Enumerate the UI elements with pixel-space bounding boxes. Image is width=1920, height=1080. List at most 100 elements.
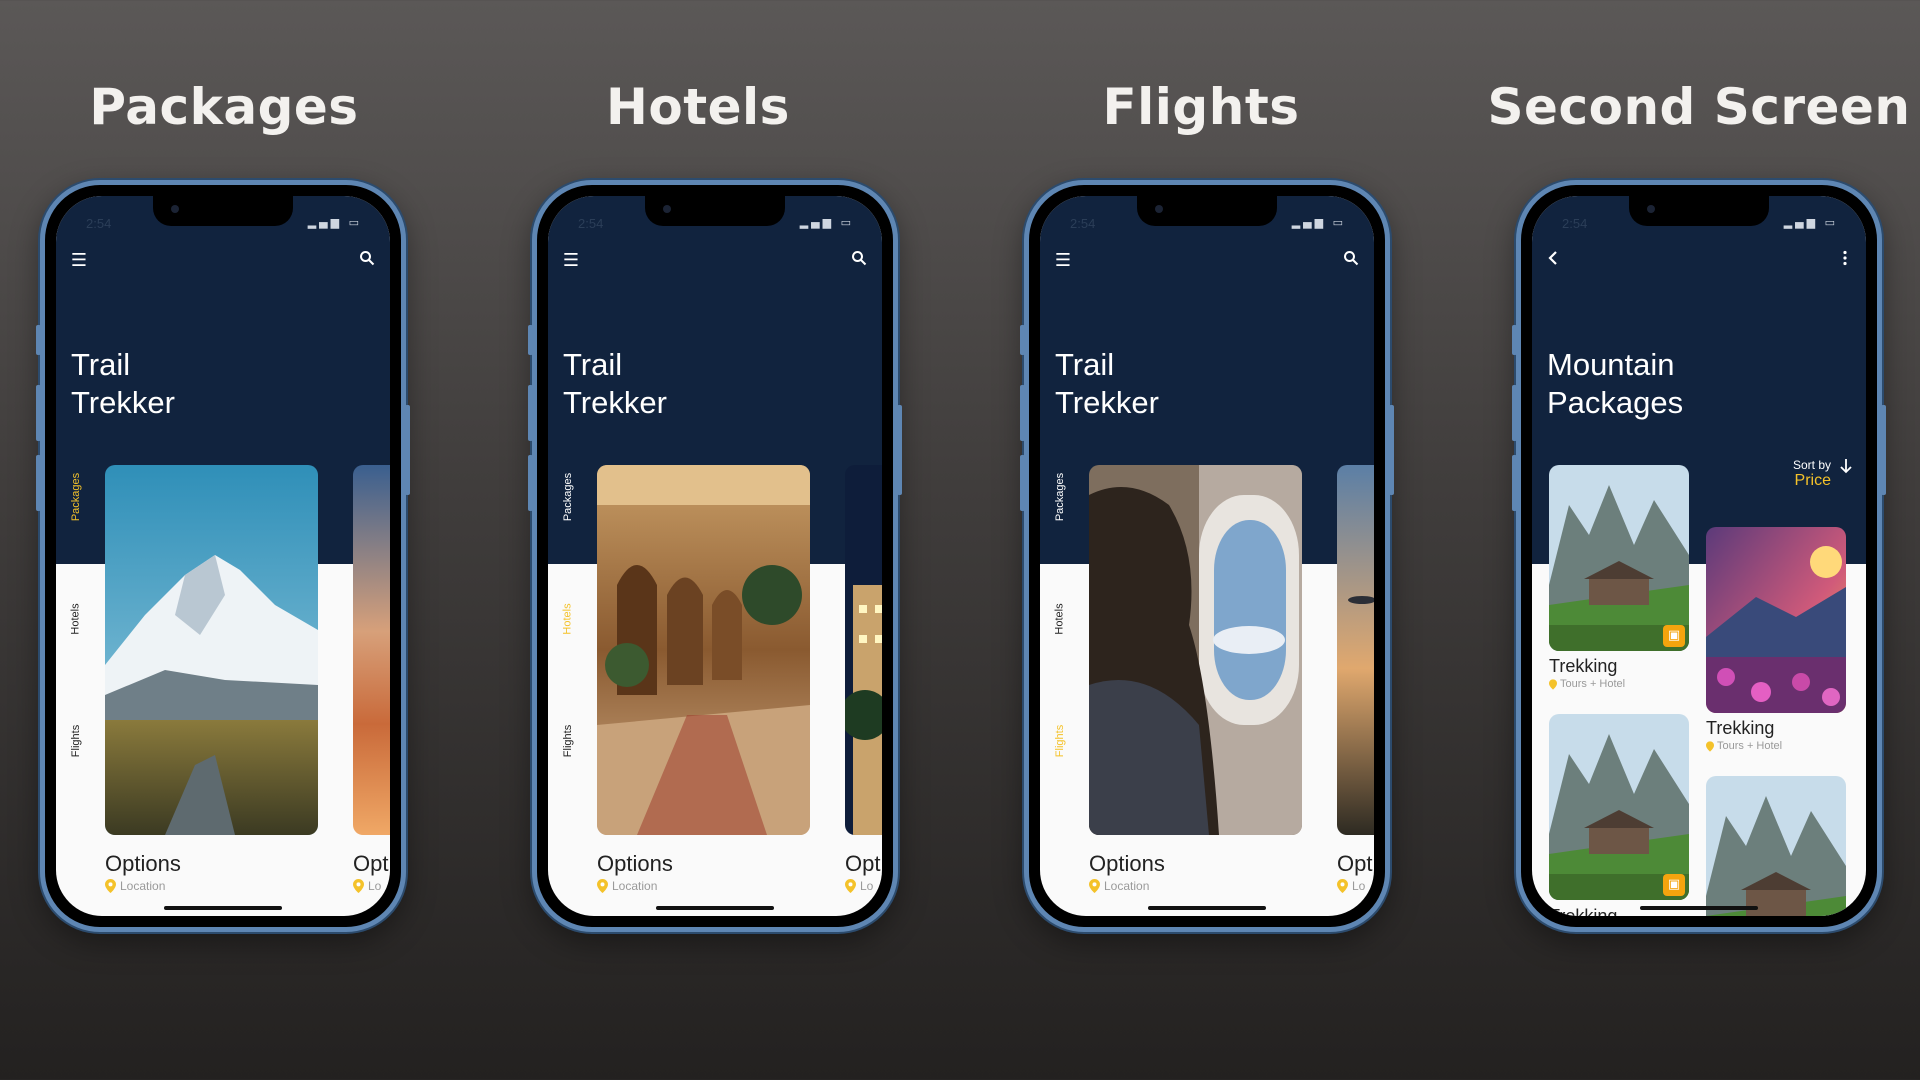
status-time: 2:54 bbox=[86, 216, 112, 231]
tab-flights[interactable]: Flights bbox=[62, 696, 90, 786]
package-card[interactable]: ▣ bbox=[1549, 465, 1689, 651]
calendar-icon[interactable]: ▣ bbox=[1663, 625, 1685, 647]
card-location: Location bbox=[1089, 879, 1149, 893]
status-time: 2:54 bbox=[578, 216, 604, 231]
hotel-lobby-image bbox=[597, 465, 810, 835]
app-title: Trail Trekker bbox=[71, 347, 175, 420]
phone-second-screen: 2:54 ▂▄▆ ▭ Mountain Packages Sort by Pri… bbox=[1512, 180, 1886, 932]
status-icons: ▂▄▆ ▭ bbox=[1291, 216, 1346, 229]
card-location: Location bbox=[105, 879, 165, 893]
screen: 2:54 ▂▄▆ ▭ Mountain Packages Sort by Pri… bbox=[1532, 196, 1866, 916]
location-pin-icon bbox=[1337, 879, 1348, 893]
package-card[interactable] bbox=[1706, 527, 1846, 713]
package-card-mountain[interactable] bbox=[105, 465, 318, 835]
trekking-image bbox=[1549, 714, 1689, 900]
status-time: 2:54 bbox=[1070, 216, 1096, 231]
mountain-image bbox=[105, 465, 318, 835]
home-indicator[interactable] bbox=[164, 906, 282, 910]
tab-hotels[interactable]: Hotels bbox=[554, 574, 582, 664]
search-icon[interactable] bbox=[846, 248, 872, 274]
home-indicator[interactable] bbox=[656, 906, 774, 910]
page-title: Mountain Packages bbox=[1547, 347, 1684, 420]
screen: 2:54 ▂▄▆ ▭ ☰ Trail Trekker Packages Hote… bbox=[548, 196, 882, 916]
hotel-night-image bbox=[845, 465, 882, 835]
phone-flights: 2:54 ▂▄▆ ▭ ☰ Trail Trekker Packages Hote… bbox=[1020, 180, 1394, 932]
card-title: Options bbox=[597, 851, 673, 876]
home-indicator[interactable] bbox=[1148, 906, 1266, 910]
flight-card-window[interactable] bbox=[1089, 465, 1302, 835]
app-title: Trail Trekker bbox=[563, 347, 667, 420]
screen: 2:54 ▂▄▆ ▭ ☰ Trail Trekker Packages Hote… bbox=[1040, 196, 1374, 916]
package-title: Trekking bbox=[1706, 718, 1775, 738]
side-card-location: Lo bbox=[353, 879, 381, 893]
location-pin-icon bbox=[105, 879, 116, 893]
hotel-card-night[interactable] bbox=[845, 465, 882, 835]
status-time: 2:54 bbox=[1562, 216, 1588, 231]
card-title: Options bbox=[105, 851, 181, 876]
tab-packages[interactable]: Packages bbox=[62, 452, 90, 542]
notch bbox=[1629, 196, 1769, 226]
package-subtitle: Tours + Hotel bbox=[1549, 678, 1625, 690]
location-pin-icon bbox=[845, 879, 856, 893]
status-icons: ▂▄▆ ▭ bbox=[799, 216, 854, 229]
search-icon[interactable] bbox=[1338, 248, 1364, 274]
notch bbox=[645, 196, 785, 226]
package-card[interactable] bbox=[1706, 776, 1846, 916]
heading-hotels: Hotels bbox=[606, 78, 790, 136]
menu-icon[interactable]: ☰ bbox=[1050, 248, 1076, 274]
side-card-title: Opt bbox=[845, 851, 881, 876]
package-card[interactable]: ▣ bbox=[1549, 714, 1689, 900]
hotel-card-lobby[interactable] bbox=[597, 465, 810, 835]
status-icons: ▂▄▆ ▭ bbox=[307, 216, 362, 229]
tab-hotels[interactable]: Hotels bbox=[1046, 574, 1074, 664]
side-card-title: Opt bbox=[353, 851, 389, 876]
sort-by-label: Sort by bbox=[1792, 458, 1831, 472]
sunset-meadow-image bbox=[1706, 527, 1846, 713]
airplane-window-image bbox=[1089, 465, 1302, 835]
menu-icon[interactable]: ☰ bbox=[66, 248, 92, 274]
search-icon[interactable] bbox=[354, 248, 380, 274]
phone-hotels: 2:54 ▂▄▆ ▭ ☰ Trail Trekker Packages Hote… bbox=[528, 180, 902, 932]
tab-flights[interactable]: Flights bbox=[1046, 696, 1074, 786]
tab-packages[interactable]: Packages bbox=[1046, 452, 1074, 542]
status-icons: ▂▄▆ ▭ bbox=[1783, 216, 1838, 229]
screen: 2:54 ▂▄▆ ▭ ☰ Trail Trekker Packages Hote… bbox=[56, 196, 390, 916]
location-pin-icon bbox=[1706, 740, 1714, 752]
more-vertical-icon[interactable] bbox=[1832, 248, 1858, 274]
package-subtitle: Tours + Hotel bbox=[1706, 740, 1782, 752]
tab-flights[interactable]: Flights bbox=[554, 696, 582, 786]
side-card-location: Lo bbox=[845, 879, 873, 893]
app-title: Trail Trekker bbox=[1055, 347, 1159, 420]
card-location: Location bbox=[597, 879, 657, 893]
location-pin-icon bbox=[353, 879, 364, 893]
heading-second-screen: Second Screen bbox=[1487, 78, 1911, 136]
sort-control[interactable]: Sort by Price bbox=[1793, 458, 1831, 490]
trekking-image bbox=[1706, 776, 1846, 916]
side-card-location: Lo bbox=[1337, 879, 1365, 893]
heading-packages: Packages bbox=[89, 78, 359, 136]
notch bbox=[1137, 196, 1277, 226]
heading-flights: Flights bbox=[1102, 78, 1300, 136]
trekking-image bbox=[1549, 465, 1689, 651]
location-pin-icon bbox=[1089, 879, 1100, 893]
tab-packages[interactable]: Packages bbox=[554, 452, 582, 542]
card-title: Options bbox=[1089, 851, 1165, 876]
phone-packages: 2:54 ▂▄▆ ▭ ☰ Trail Trekker Packages Hote… bbox=[36, 180, 410, 932]
flight-card-sky[interactable] bbox=[1337, 465, 1374, 835]
plane-sky-image bbox=[1337, 465, 1374, 835]
sort-arrow-icon[interactable] bbox=[1840, 458, 1852, 478]
home-indicator[interactable] bbox=[1640, 906, 1758, 910]
sunset-image bbox=[353, 465, 390, 835]
back-icon[interactable] bbox=[1540, 248, 1566, 274]
package-title: Trekking bbox=[1549, 906, 1618, 916]
tab-hotels[interactable]: Hotels bbox=[62, 574, 90, 664]
calendar-icon[interactable]: ▣ bbox=[1663, 874, 1685, 896]
package-title: Trekking bbox=[1549, 656, 1618, 676]
menu-icon[interactable]: ☰ bbox=[558, 248, 584, 274]
location-pin-icon bbox=[597, 879, 608, 893]
notch bbox=[153, 196, 293, 226]
package-card-sunset[interactable] bbox=[353, 465, 390, 835]
location-pin-icon bbox=[1549, 678, 1557, 690]
sort-value: Price bbox=[1794, 472, 1831, 489]
side-card-title: Opt bbox=[1337, 851, 1373, 876]
